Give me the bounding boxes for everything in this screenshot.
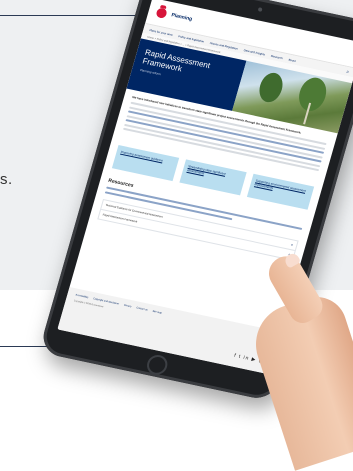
search-icon[interactable]: ⌕ <box>346 68 350 74</box>
card-link[interactable]: Supporting environmental assessment impr… <box>246 173 315 210</box>
footer-copyright: Copyright © NSW Government <box>73 300 104 309</box>
nav-item[interactable]: Research <box>270 53 283 59</box>
footer-link[interactable]: Contact us <box>136 306 148 311</box>
site-footer: Accessibility Copyright and disclaimer P… <box>57 286 281 375</box>
footer-link[interactable]: Accessibility <box>75 293 89 299</box>
camera-icon <box>257 7 263 12</box>
footer-link[interactable]: Site map <box>152 310 162 315</box>
accordion: Technical Guidance for Environmental Ass… <box>97 199 299 261</box>
footer-link[interactable]: Privacy <box>123 304 132 309</box>
home-button[interactable] <box>144 353 170 377</box>
card-link[interactable]: Streamlining state significant assessmen… <box>179 159 247 196</box>
card-link[interactable]: Improving assessment guidance <box>111 145 180 182</box>
footer-links: Accessibility Copyright and disclaimer P… <box>75 293 271 337</box>
expand-icon[interactable]: + <box>290 242 294 247</box>
nav-item[interactable]: About <box>288 57 296 62</box>
background-text: s. <box>0 171 13 188</box>
tree-image <box>256 70 286 105</box>
tree-image <box>295 75 331 114</box>
brand-name[interactable]: Planning <box>171 12 193 22</box>
nsw-logo-icon[interactable] <box>155 7 168 19</box>
